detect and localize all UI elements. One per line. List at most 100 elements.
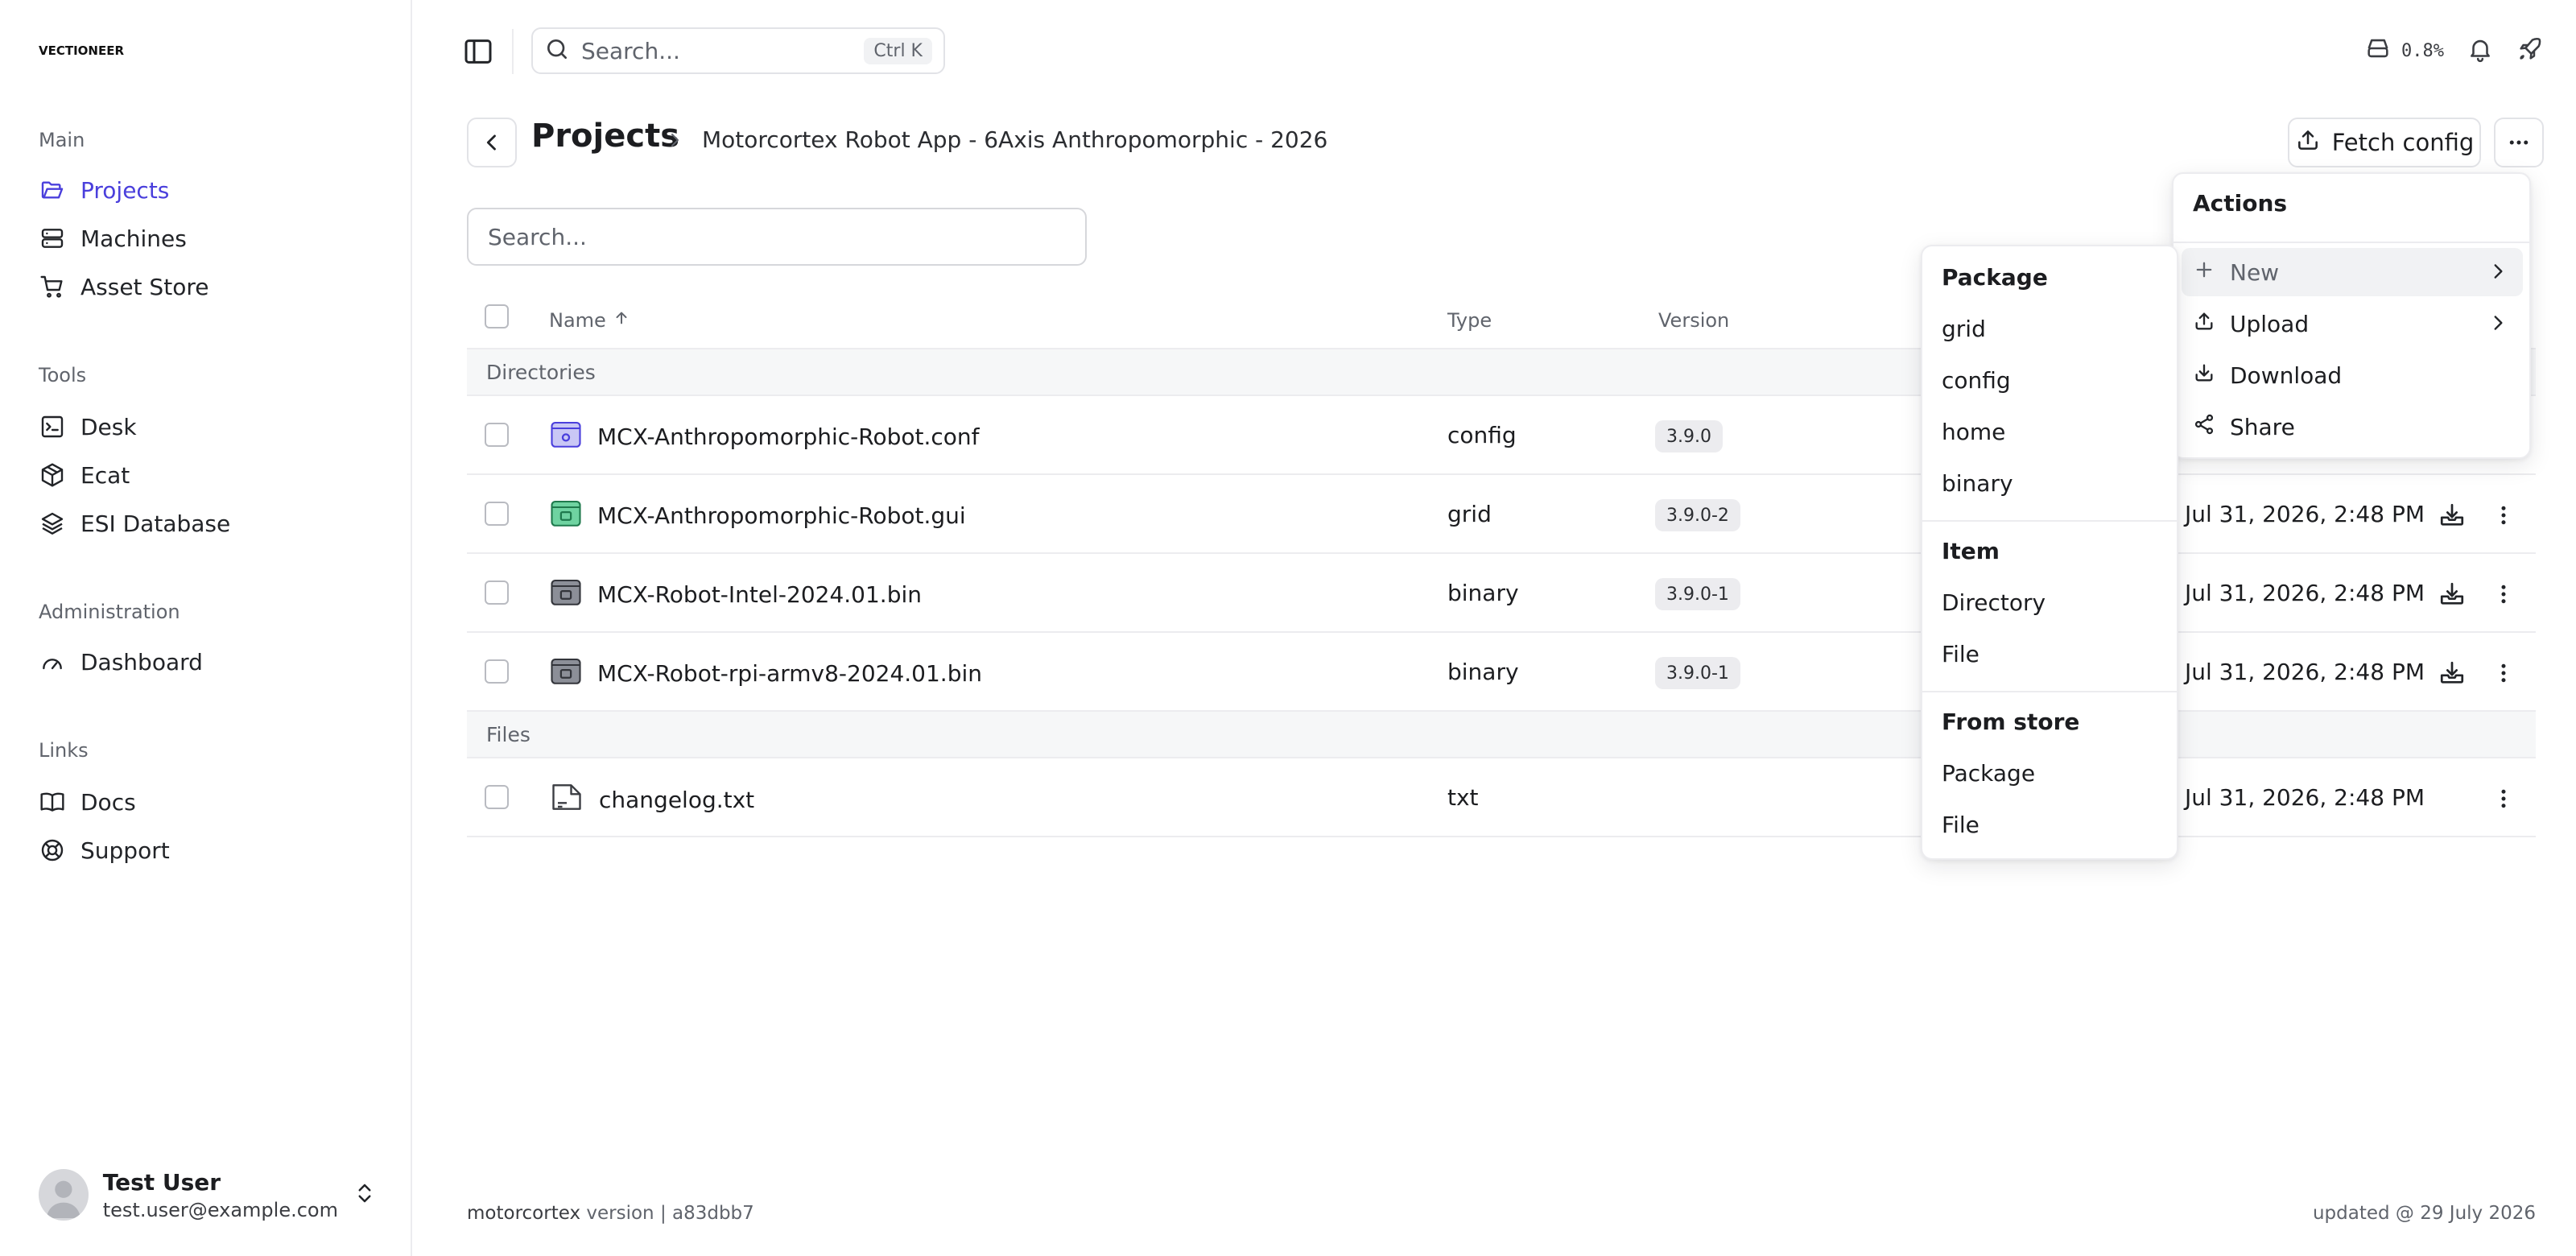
row-more-button[interactable]	[2487, 783, 2520, 815]
submenu-item-grid[interactable]: grid	[1942, 316, 1986, 342]
column-header-version[interactable]: Version	[1658, 309, 1729, 332]
column-header-name[interactable]: Name	[549, 309, 630, 332]
row-type: binary	[1447, 580, 1519, 606]
rocket-icon[interactable]	[2516, 35, 2544, 66]
nav-section-links: Links	[39, 739, 89, 762]
row-name[interactable]: MCX-Anthropomorphic-Robot.gui	[597, 502, 966, 529]
row-checkbox[interactable]	[485, 423, 509, 447]
storage-usage-value: 0.8%	[2401, 40, 2444, 61]
sidebar-item-asset-store[interactable]: Asset Store	[32, 266, 386, 308]
footer-version-text: version | a83dbb7	[580, 1203, 754, 1224]
sidebar-item-dashboard[interactable]: Dashboard	[32, 641, 386, 683]
row-checkbox[interactable]	[485, 785, 509, 809]
topbar-divider	[512, 29, 514, 74]
sidebar-item-machines[interactable]: Machines	[32, 217, 386, 259]
row-type: grid	[1447, 501, 1492, 527]
sidebar-item-label: Docs	[80, 788, 136, 816]
download-tray-icon	[2440, 503, 2464, 526]
back-button[interactable]	[467, 118, 517, 167]
menu-item-download[interactable]: Download	[2182, 351, 2523, 399]
vectioneer-logo[interactable]: VECTIONEER	[39, 43, 124, 58]
fetch-config-label: Fetch config	[2331, 129, 2475, 156]
table-row[interactable]: MCX-Anthropomorphic-Robot.gui grid 3.9.0…	[467, 475, 2536, 554]
menu-divider	[2174, 242, 2529, 243]
lifebuoy-icon	[39, 837, 66, 864]
breadcrumb-current: Motorcortex Robot App - 6Axis Anthropomo…	[702, 126, 1328, 153]
submenu-item-directory[interactable]: Directory	[1942, 589, 2046, 616]
sidebar-item-label: ESI Database	[80, 510, 231, 537]
sidebar-item-desk[interactable]: Desk	[32, 406, 386, 448]
folder-open-icon	[39, 176, 66, 204]
storage-usage[interactable]: 0.8%	[2364, 35, 2444, 67]
new-submenu: Package grid config home binary Item Dir…	[1921, 245, 2178, 860]
user-name: Test User	[102, 1168, 221, 1196]
global-search[interactable]: Search... Ctrl K	[531, 27, 945, 74]
row-name[interactable]: MCX-Anthropomorphic-Robot.conf	[597, 423, 980, 450]
menu-item-share[interactable]: Share	[2182, 403, 2523, 451]
nav-section-tools: Tools	[39, 364, 87, 386]
submenu-item-store-file[interactable]: File	[1942, 812, 1979, 838]
chevron-right-icon	[665, 130, 684, 153]
row-more-button[interactable]	[2487, 657, 2520, 689]
page-title[interactable]: Projects	[531, 118, 679, 155]
bell-icon[interactable]	[2467, 35, 2494, 66]
submenu-item-file[interactable]: File	[1942, 641, 1979, 667]
nav-section-administration: Administration	[39, 601, 180, 623]
row-more-button[interactable]	[2487, 499, 2520, 531]
table-row[interactable]: changelog.txt txt Jul 31, 2026, 2:48 PM	[467, 758, 2536, 837]
row-type: binary	[1447, 659, 1519, 685]
plus-icon	[2193, 258, 2215, 287]
vertical-ellipsis-icon	[2501, 506, 2506, 525]
chevrons-up-down-icon[interactable]	[353, 1181, 377, 1208]
download-tray-icon	[2440, 661, 2464, 684]
sidebar-item-docs[interactable]: Docs	[32, 781, 386, 823]
select-all-checkbox[interactable]	[485, 304, 509, 328]
footer-brand[interactable]: motorcortex	[467, 1203, 580, 1224]
sidebar-item-ecat[interactable]: Ecat	[32, 454, 386, 496]
menu-item-new[interactable]: New	[2182, 248, 2523, 296]
sidebar-item-support[interactable]: Support	[32, 829, 386, 871]
sidebar-item-label: Projects	[80, 176, 170, 204]
nav-section-main: Main	[39, 129, 85, 151]
submenu-heading-item: Item	[1942, 538, 2000, 564]
package-grid-icon	[549, 496, 583, 535]
sidebar-item-projects[interactable]: Projects	[32, 169, 386, 211]
row-name[interactable]: MCX-Robot-rpi-armv8-2024.01.bin	[597, 660, 982, 687]
row-download-button[interactable]	[2436, 499, 2468, 531]
submenu-item-home[interactable]: home	[1942, 419, 2005, 445]
submenu-item-binary[interactable]: binary	[1942, 470, 2013, 497]
actions-menu-title: Actions	[2193, 190, 2288, 217]
footer-version: motorcortex version | a83dbb7	[467, 1203, 754, 1224]
row-checkbox[interactable]	[485, 580, 509, 605]
ellipsis-icon	[2509, 140, 2529, 145]
row-name[interactable]: MCX-Robot-Intel-2024.01.bin	[597, 581, 922, 608]
row-type: txt	[1447, 784, 1479, 811]
table-row[interactable]: MCX-Robot-rpi-armv8-2024.01.bin binary 3…	[467, 633, 2536, 712]
submenu-item-store-package[interactable]: Package	[1942, 760, 2035, 787]
more-actions-button[interactable]	[2494, 118, 2544, 167]
row-download-button[interactable]	[2436, 578, 2468, 610]
column-header-type[interactable]: Type	[1447, 309, 1492, 332]
submenu-item-config[interactable]: config	[1942, 367, 2011, 394]
row-modified-date: Jul 31, 2026, 2:48 PM	[2185, 659, 2425, 685]
row-checkbox[interactable]	[485, 659, 509, 684]
row-download-button[interactable]	[2436, 657, 2468, 689]
panel-left-icon	[464, 39, 492, 64]
row-modified-date: Jul 31, 2026, 2:48 PM	[2185, 784, 2425, 811]
vertical-ellipsis-icon	[2501, 585, 2506, 604]
menu-item-upload[interactable]: Upload	[2182, 300, 2523, 348]
row-checkbox[interactable]	[485, 502, 509, 526]
row-name[interactable]: changelog.txt	[599, 787, 754, 813]
package-config-icon	[549, 417, 583, 457]
arrow-up-icon	[613, 309, 630, 332]
fetch-config-button[interactable]: Fetch config	[2288, 118, 2481, 167]
list-search-input[interactable]: Search...	[467, 208, 1087, 266]
sidebar-toggle-button[interactable]	[462, 35, 494, 68]
sidebar-item-esi-database[interactable]: ESI Database	[32, 502, 386, 544]
sidebar-item-label: Dashboard	[80, 648, 203, 676]
version-badge: 3.9.0	[1655, 420, 1723, 452]
actions-menu: Actions New Upload Download Share	[2172, 172, 2531, 459]
table-row[interactable]: MCX-Robot-Intel-2024.01.bin binary 3.9.0…	[467, 554, 2536, 633]
row-more-button[interactable]	[2487, 578, 2520, 610]
user-menu[interactable]: Test User test.user@example.com	[39, 1159, 377, 1230]
